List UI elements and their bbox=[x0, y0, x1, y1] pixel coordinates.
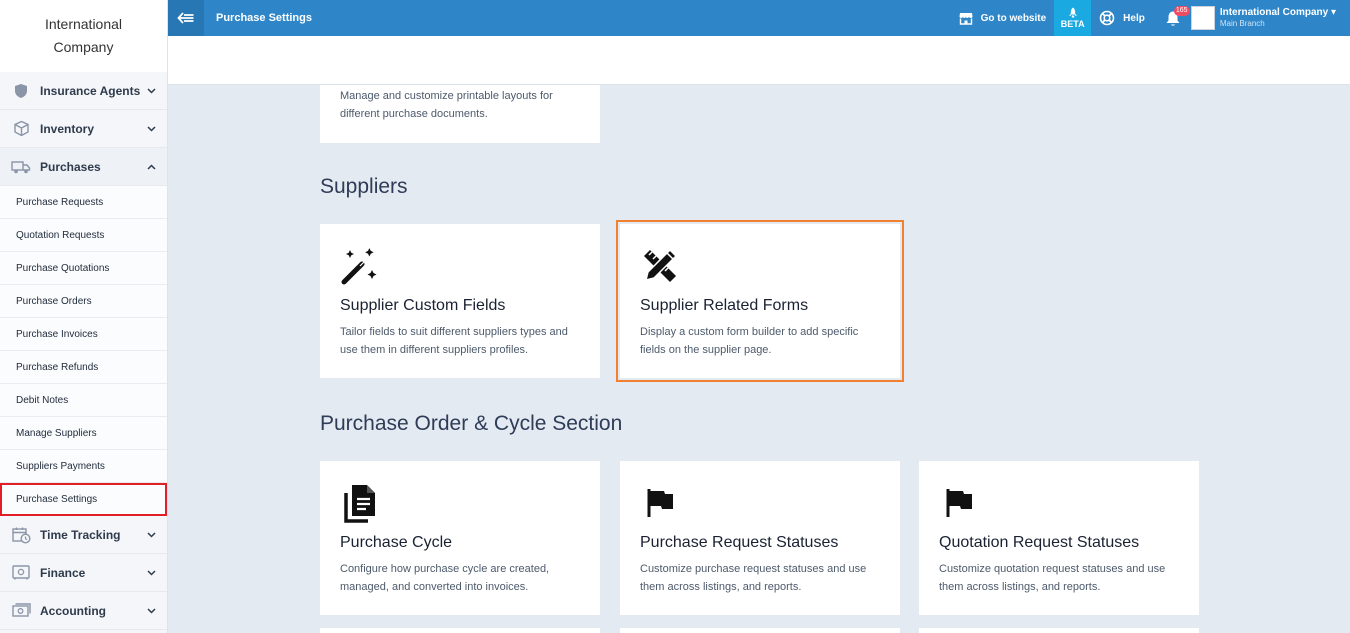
page-subheader bbox=[168, 36, 1350, 85]
sidebar-item-suppliers-payments[interactable]: Suppliers Payments bbox=[0, 450, 167, 483]
card-title: Supplier Related Forms bbox=[640, 297, 809, 314]
company-name: International Company ▾ bbox=[1219, 7, 1336, 18]
sidebar-item-debit-notes[interactable]: Debit Notes bbox=[0, 384, 167, 417]
purchase-request-statuses-card[interactable]: Purchase Request Statuses Customize purc… bbox=[620, 461, 900, 615]
chevron-up-icon bbox=[145, 161, 157, 173]
beta-button[interactable]: BETA bbox=[1054, 0, 1092, 36]
go-to-website-label: Go to website bbox=[980, 12, 1047, 24]
beta-label: BETA bbox=[1060, 19, 1085, 29]
card-description: Display a custom form builder to add spe… bbox=[640, 326, 859, 356]
sidebar-group-label: Inventory bbox=[40, 121, 95, 136]
section-title-purchase-order-cycle: Purchase Order & Cycle Section bbox=[320, 412, 623, 435]
sidebar-toggle-button[interactable] bbox=[168, 0, 204, 36]
sidebar-group-time-tracking[interactable]: Time Tracking bbox=[0, 516, 167, 554]
branch-name: Main Branch bbox=[1219, 19, 1265, 28]
flag-icon bbox=[946, 489, 972, 517]
shield-icon bbox=[10, 80, 32, 102]
sidebar-group-purchases[interactable]: Purchases bbox=[0, 148, 167, 186]
sidebar-group-accounting[interactable]: Accounting bbox=[0, 592, 167, 630]
sidebar-group-finance[interactable]: Finance bbox=[0, 554, 167, 592]
rocket-icon bbox=[1068, 7, 1077, 18]
chevron-down-icon bbox=[145, 567, 157, 579]
avatar bbox=[1190, 6, 1215, 30]
next-card-edge bbox=[620, 628, 900, 633]
card-description: Manage and customize printable layouts f… bbox=[340, 90, 553, 120]
chevron-down-icon bbox=[145, 605, 157, 617]
card-description: Customize purchase request statuses and … bbox=[640, 563, 867, 593]
sidebar-group-label: Purchases bbox=[40, 159, 101, 174]
page-title: Purchase Settings bbox=[216, 12, 312, 24]
sidebar-item-purchase-invoices[interactable]: Purchase Invoices bbox=[0, 318, 167, 351]
lifebuoy-icon bbox=[1099, 10, 1115, 26]
sidebar-group-label: Accounting bbox=[40, 603, 106, 618]
card-title: Purchase Request Statuses bbox=[640, 534, 839, 551]
sidebar-group-label: Time Tracking bbox=[40, 527, 121, 542]
magic-wand-icon bbox=[341, 248, 377, 285]
help-link[interactable]: Help bbox=[1091, 0, 1153, 36]
next-card-edge bbox=[919, 628, 1199, 633]
calendar-clock-icon bbox=[10, 524, 32, 546]
card-description: Customize quotation request statuses and… bbox=[939, 563, 1166, 593]
supplier-custom-fields-card[interactable]: Supplier Custom Fields Tailor fields to … bbox=[320, 224, 600, 378]
go-to-website-link[interactable]: Go to website bbox=[951, 0, 1055, 36]
sidebar-item-purchase-quotations[interactable]: Purchase Quotations bbox=[0, 252, 167, 285]
sidebar: International Company Insurance Agents I… bbox=[0, 0, 168, 633]
printable-templates-card[interactable]: Manage and customize printable layouts f… bbox=[320, 85, 600, 143]
sidebar-group-label: Insurance Agents bbox=[40, 83, 141, 98]
section-title-suppliers: Suppliers bbox=[320, 175, 408, 198]
sidebar-item-purchase-refunds[interactable]: Purchase Refunds bbox=[0, 351, 167, 384]
box-icon bbox=[10, 118, 32, 140]
money-icon bbox=[10, 600, 32, 622]
caret-down-icon: ▾ bbox=[1330, 7, 1336, 18]
pencil-ruler-icon bbox=[644, 248, 678, 282]
next-card-edge bbox=[320, 628, 600, 633]
topbar: Purchase Settings Go to website BETA Hel… bbox=[168, 0, 1350, 36]
store-icon bbox=[959, 12, 973, 25]
help-label: Help bbox=[1123, 12, 1145, 24]
quotation-request-statuses-card[interactable]: Quotation Request Statuses Customize quo… bbox=[919, 461, 1199, 615]
sidebar-item-quotation-requests[interactable]: Quotation Requests bbox=[0, 219, 167, 252]
sidebar-item-manage-suppliers[interactable]: Manage Suppliers bbox=[0, 417, 167, 450]
notifications-badge: 165 bbox=[1173, 6, 1190, 16]
user-menu[interactable]: International Company ▾ Main Branch bbox=[1190, 6, 1336, 30]
documents-icon bbox=[344, 485, 375, 523]
chevron-down-icon bbox=[145, 123, 157, 135]
chevron-down-icon bbox=[145, 85, 157, 97]
sidebar-group-label: Finance bbox=[40, 565, 86, 580]
sidebar-group-insurance-agents[interactable]: Insurance Agents bbox=[0, 72, 167, 110]
purchase-cycle-card[interactable]: Purchase Cycle Configure how purchase cy… bbox=[320, 461, 600, 615]
sidebar-item-purchase-settings[interactable]: Purchase Settings bbox=[0, 483, 167, 516]
arrow-left-icon bbox=[177, 12, 194, 24]
truck-icon bbox=[10, 156, 32, 178]
card-title: Purchase Cycle bbox=[340, 534, 453, 551]
supplier-related-forms-card[interactable]: Supplier Related Forms Display a custom … bbox=[616, 220, 904, 382]
chevron-down-icon bbox=[145, 529, 157, 541]
card-description: Tailor fields to suit different supplier… bbox=[340, 326, 568, 356]
sidebar-item-purchase-requests[interactable]: Purchase Requests bbox=[0, 186, 167, 219]
sidebar-group-inventory[interactable]: Inventory bbox=[0, 110, 167, 148]
card-title: Quotation Request Statuses bbox=[939, 534, 1140, 551]
safe-icon bbox=[10, 562, 32, 584]
flag-icon bbox=[647, 489, 673, 517]
sidebar-item-purchase-orders[interactable]: Purchase Orders bbox=[0, 285, 167, 318]
card-title: Supplier Custom Fields bbox=[340, 297, 506, 314]
card-description: Configure how purchase cycle are created… bbox=[340, 563, 550, 593]
notifications-button[interactable]: 165 bbox=[1159, 0, 1190, 36]
brand-name[interactable]: International Company bbox=[0, 0, 167, 72]
